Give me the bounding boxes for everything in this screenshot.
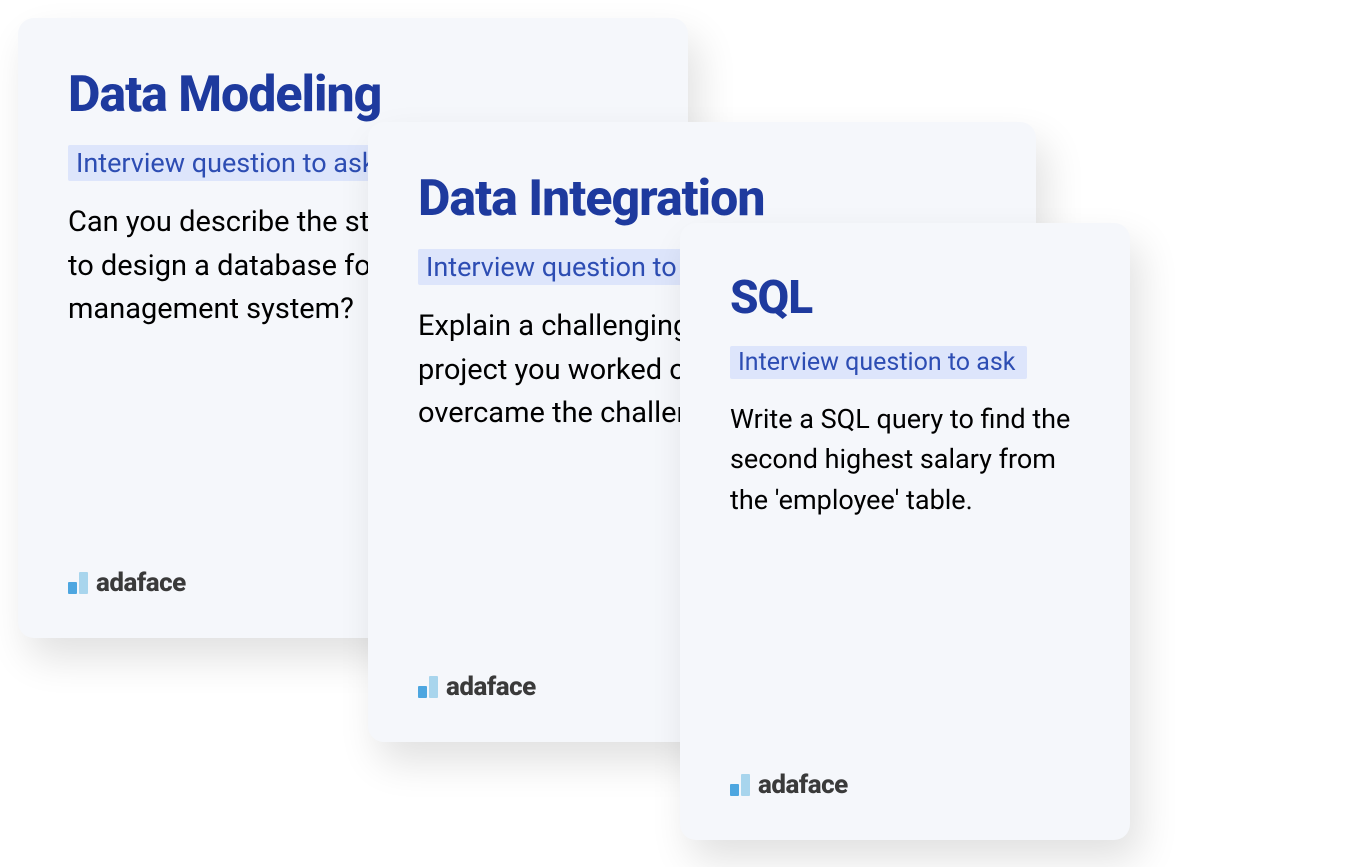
card-subtitle: Interview question to ask xyxy=(730,346,1027,379)
logo-bars-icon xyxy=(418,676,438,698)
card-title: SQL xyxy=(730,273,1080,324)
card-body: Write a SQL query to find the second hig… xyxy=(730,399,1080,521)
logo: adaface xyxy=(68,568,186,598)
card-sql: SQL Interview question to ask Write a SQ… xyxy=(680,223,1130,840)
logo-text: adaface xyxy=(446,672,536,702)
logo-text: adaface xyxy=(758,770,848,800)
card-title: Data Integration xyxy=(418,172,986,227)
logo-bars-icon xyxy=(68,572,88,594)
logo: adaface xyxy=(730,770,848,800)
logo-text: adaface xyxy=(96,568,186,598)
logo-bars-icon xyxy=(730,774,750,796)
logo: adaface xyxy=(418,672,536,702)
card-subtitle: Interview question to ask xyxy=(68,145,388,181)
card-title: Data Modeling xyxy=(68,68,638,123)
